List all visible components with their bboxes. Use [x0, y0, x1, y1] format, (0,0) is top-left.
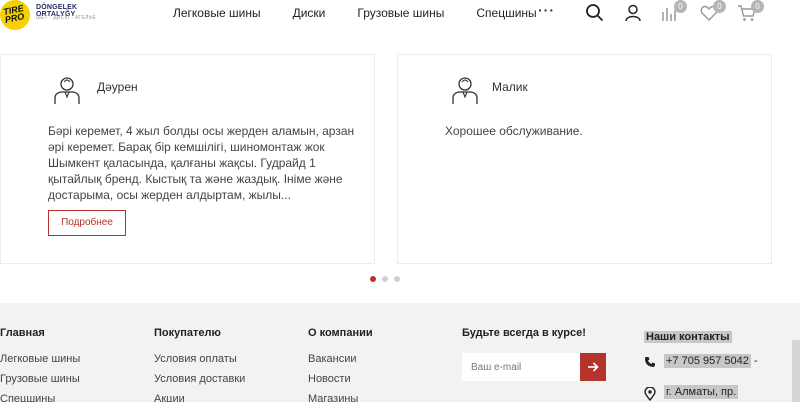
cart-count-badge: 0: [751, 0, 764, 13]
nav-item-truck-tires[interactable]: Грузовые шины: [357, 6, 444, 20]
carousel-dot[interactable]: [382, 276, 388, 282]
search-icon[interactable]: [585, 3, 605, 23]
logo-badge: TIRE PRO: [0, 0, 30, 30]
location-pin-icon: [644, 387, 656, 401]
subscribe-form: [462, 353, 606, 381]
footer-heading: О компании: [308, 327, 373, 339]
review-text: Бәрі керемет, 4 жыл болды осы жерден ала…: [48, 124, 355, 202]
footer-col-buyer: Покупателю Условия оплаты Условия достав…: [154, 327, 245, 402]
footer-link[interactable]: Магазины: [308, 393, 373, 402]
user-icon[interactable]: [623, 3, 643, 23]
cart-icon[interactable]: 0: [737, 0, 764, 23]
compare-icon[interactable]: 0: [660, 0, 687, 23]
footer-heading: Наши контакты: [644, 331, 732, 343]
review-text: Хорошее обслуживание.: [445, 124, 583, 138]
site-logo[interactable]: TIRE PRO DÖNGELEK ORTALYĞY ШЕТ · ДИСКІ · …: [0, 0, 110, 30]
footer-link[interactable]: Условия оплаты: [154, 353, 245, 366]
footer-heading[interactable]: Главная: [0, 327, 80, 339]
footer-col-contacts: Наши контакты +7 705 957 5042 - г. Алмат…: [644, 327, 758, 401]
footer-link[interactable]: Легковые шины: [0, 353, 80, 366]
heart-icon[interactable]: 0: [699, 0, 726, 23]
footer-link[interactable]: Новости: [308, 373, 373, 386]
footer-heading: Будьте всегда в курсе!: [462, 327, 586, 339]
main-nav: Легковые шины Диски Грузовые шины Спецши…: [173, 6, 569, 20]
footer-heading: Покупателю: [154, 327, 221, 339]
footer-col-company: О компании Вакансии Новости Магазины: [308, 327, 373, 402]
email-input[interactable]: [462, 353, 580, 381]
footer-link[interactable]: Акции: [154, 393, 245, 402]
arrow-right-icon: [588, 362, 599, 372]
read-more-button[interactable]: Подробнее: [48, 210, 126, 236]
footer-col-subscribe: Будьте всегда в курсе!: [462, 327, 606, 381]
subscribe-button[interactable]: [580, 353, 606, 381]
footer-col-main: Главная Легковые шины Грузовые шины Спец…: [0, 327, 80, 402]
nav-item-rims[interactable]: Диски: [293, 6, 326, 20]
nav-item-passenger-tires[interactable]: Легковые шины: [173, 6, 261, 20]
user-avatar-icon: [53, 75, 81, 105]
review-card: Малик Хорошее обслуживание.: [397, 54, 772, 264]
compare-count-badge: 0: [674, 0, 687, 13]
user-avatar-icon: [451, 75, 479, 105]
nav-item-special-tires[interactable]: Спецшины: [476, 6, 536, 20]
favorites-count-badge: 0: [713, 0, 726, 13]
footer-link[interactable]: Условия доставки: [154, 373, 245, 386]
phone-icon: [645, 357, 655, 367]
site-header: TIRE PRO DÖNGELEK ORTALYĞY ШЕТ · ДИСКІ · …: [0, 0, 800, 30]
carousel-dot[interactable]: [394, 276, 400, 282]
carousel-pagination: [370, 276, 400, 282]
review-author: Малик: [492, 80, 528, 94]
review-author: Дәурен: [97, 80, 138, 94]
address-text: г. Алматы, пр.: [664, 385, 739, 399]
carousel-dot-active[interactable]: [370, 276, 376, 282]
page-scrollbar[interactable]: [792, 340, 800, 402]
review-card: Дәурен Бәрі керемет, 4 жыл болды осы жер…: [0, 54, 375, 264]
phone-number[interactable]: +7 705 957 5042: [664, 354, 751, 368]
phone-suffix: -: [750, 355, 758, 367]
footer-link[interactable]: Спецшины: [0, 393, 80, 402]
logo-subtitle: ШЕТ · ДИСКІ · АТЕЛЬЕ: [36, 15, 96, 21]
nav-more-button[interactable]: ···: [538, 2, 555, 18]
site-footer: Главная Легковые шины Грузовые шины Спец…: [0, 303, 800, 402]
footer-link[interactable]: Грузовые шины: [0, 373, 80, 386]
footer-link[interactable]: Вакансии: [308, 353, 373, 366]
